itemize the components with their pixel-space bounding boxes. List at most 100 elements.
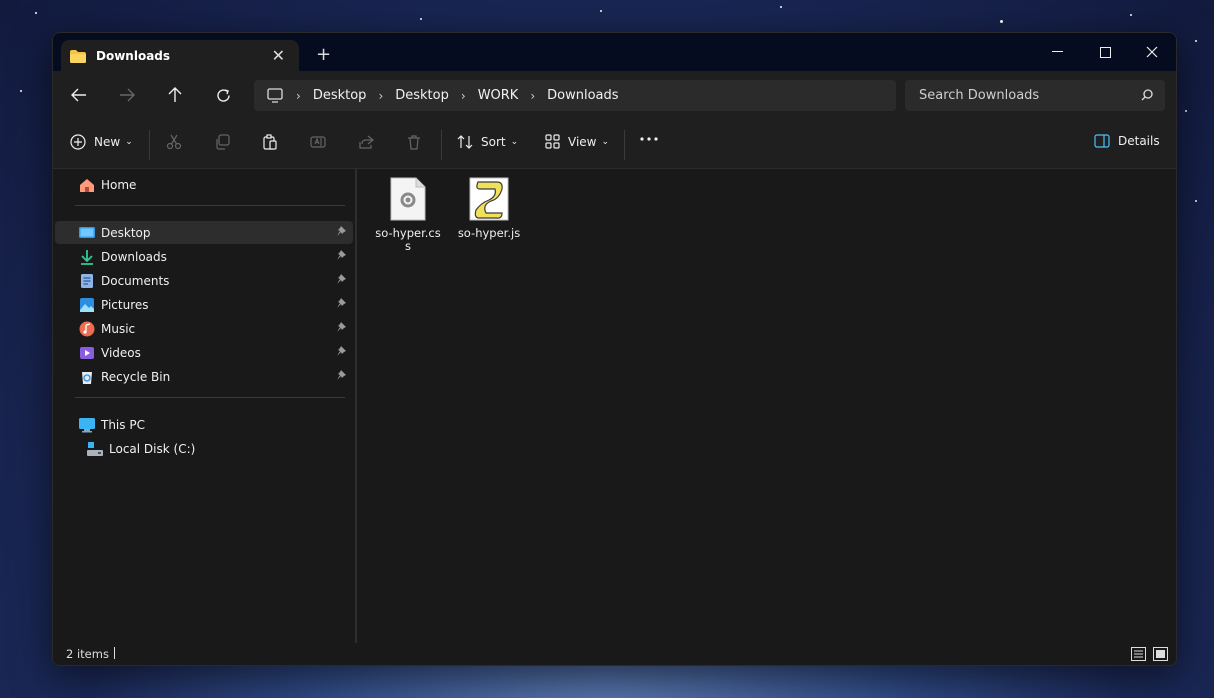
sidebar-item-label: Desktop xyxy=(101,225,151,240)
sidebar-item-music[interactable]: Music xyxy=(55,317,353,340)
sort-icon xyxy=(457,135,473,149)
breadcrumb-item[interactable]: WORK xyxy=(478,88,519,103)
item-count: 2 items xyxy=(66,647,109,661)
chevron-right-icon[interactable]: › xyxy=(378,89,383,103)
chevron-right-icon[interactable]: › xyxy=(530,89,535,103)
sidebar-item-local-disk[interactable]: Local Disk (C:) xyxy=(55,437,353,460)
delete-button[interactable] xyxy=(406,134,422,150)
js-script-icon xyxy=(456,177,522,223)
search-icon xyxy=(1141,89,1153,104)
arrow-up-icon xyxy=(168,87,182,102)
desktop-icon xyxy=(79,225,95,241)
view-button[interactable]: View ⌄ xyxy=(545,134,609,149)
pin-icon[interactable] xyxy=(335,321,347,336)
search-placeholder: Search Downloads xyxy=(919,88,1040,103)
rename-button[interactable] xyxy=(310,134,326,150)
close-window-button[interactable] xyxy=(1129,39,1175,65)
hard-drive-icon xyxy=(87,441,103,457)
rename-icon xyxy=(310,136,326,148)
file-item[interactable]: so-hyper.js xyxy=(456,177,522,240)
sidebar-item-label: Music xyxy=(101,321,136,336)
sidebar-item-label: Home xyxy=(101,177,137,192)
new-button[interactable]: New ⌄ xyxy=(70,134,133,150)
sidebar-item-pictures[interactable]: Pictures xyxy=(55,293,353,316)
title-bar: Downloads ✕ + xyxy=(53,33,1176,71)
scissors-icon xyxy=(166,134,182,150)
view-label: View xyxy=(568,134,597,149)
recycle-bin-icon xyxy=(79,369,95,385)
chevron-right-icon[interactable]: › xyxy=(296,89,301,103)
tiles-view-button[interactable] xyxy=(1153,647,1168,661)
cut-button[interactable] xyxy=(166,134,182,150)
sidebar-item-label: Pictures xyxy=(101,297,149,312)
grid-view-icon xyxy=(545,134,560,149)
pin-icon[interactable] xyxy=(335,345,347,360)
up-button[interactable] xyxy=(163,83,187,107)
plus-circle-icon xyxy=(70,134,86,150)
pin-icon[interactable] xyxy=(335,297,347,312)
share-button[interactable] xyxy=(358,134,374,150)
paste-button[interactable] xyxy=(262,134,278,150)
details-pane-icon xyxy=(1094,134,1110,148)
sidebar-item-label: Videos xyxy=(101,345,141,360)
navigation-pane: Home Desktop Downloads Documents Picture… xyxy=(53,169,355,643)
arrow-left-icon xyxy=(71,88,86,102)
pin-icon[interactable] xyxy=(335,249,347,264)
computer-icon xyxy=(266,87,284,105)
close-tab-icon[interactable]: ✕ xyxy=(272,46,285,65)
chevron-down-icon: ⌄ xyxy=(601,136,610,147)
maximize-button[interactable] xyxy=(1082,39,1128,65)
music-icon xyxy=(79,321,95,337)
minimize-button[interactable] xyxy=(1034,39,1080,65)
minimize-icon xyxy=(1051,51,1063,52)
close-icon xyxy=(1146,46,1158,58)
forward-button[interactable] xyxy=(115,83,139,107)
monitor-icon xyxy=(79,417,95,433)
more-options-button[interactable] xyxy=(640,136,658,142)
divider xyxy=(149,130,150,160)
pin-icon[interactable] xyxy=(335,369,347,384)
pin-icon[interactable] xyxy=(335,225,347,240)
sort-button[interactable]: Sort ⌄ xyxy=(457,134,518,150)
sidebar-item-this-pc[interactable]: This PC xyxy=(55,413,353,436)
maximize-icon xyxy=(1099,46,1111,58)
sidebar-item-documents[interactable]: Documents xyxy=(55,269,353,292)
sidebar-item-label: This PC xyxy=(101,417,145,432)
tab-downloads[interactable]: Downloads ✕ xyxy=(61,40,299,71)
trash-icon xyxy=(408,135,420,150)
folder-icon xyxy=(70,49,86,63)
chevron-right-icon[interactable]: › xyxy=(461,89,466,103)
breadcrumb[interactable]: › Desktop › Desktop › WORK › Downloads xyxy=(254,80,896,111)
copy-button[interactable] xyxy=(214,134,230,150)
share-icon xyxy=(359,135,374,149)
home-icon xyxy=(79,177,95,193)
status-bar: 2 items xyxy=(53,643,1176,665)
chevron-down-icon: ⌄ xyxy=(510,137,519,147)
divider xyxy=(441,130,442,160)
pin-icon[interactable] xyxy=(335,273,347,288)
breadcrumb-item[interactable]: Desktop xyxy=(395,88,449,103)
sidebar-item-home[interactable]: Home xyxy=(55,173,353,196)
new-tab-button[interactable]: + xyxy=(316,44,331,65)
sidebar-item-label: Recycle Bin xyxy=(101,369,171,384)
sidebar-item-label: Downloads xyxy=(101,249,167,264)
sidebar-item-downloads[interactable]: Downloads xyxy=(55,245,353,268)
details-button[interactable]: Details xyxy=(1094,134,1160,148)
sidebar-item-label: Documents xyxy=(101,273,170,288)
clipboard-icon xyxy=(263,134,277,150)
refresh-button[interactable] xyxy=(211,83,235,107)
details-view-button[interactable] xyxy=(1131,647,1146,661)
back-button[interactable] xyxy=(67,83,91,107)
file-name: so-hyper.css xyxy=(375,226,441,253)
arrow-right-icon xyxy=(120,88,135,102)
breadcrumb-item[interactable]: Desktop xyxy=(313,88,367,103)
pictures-icon xyxy=(79,297,95,313)
file-item[interactable]: so-hyper.css xyxy=(375,177,441,253)
sidebar-item-videos[interactable]: Videos xyxy=(55,341,353,364)
breadcrumb-item[interactable]: Downloads xyxy=(547,88,618,103)
list-view-icon xyxy=(1131,647,1146,661)
sidebar-item-recycle-bin[interactable]: Recycle Bin xyxy=(55,365,353,388)
search-input[interactable]: Search Downloads xyxy=(905,80,1165,111)
divider xyxy=(624,130,625,160)
sidebar-item-desktop[interactable]: Desktop xyxy=(55,221,353,244)
